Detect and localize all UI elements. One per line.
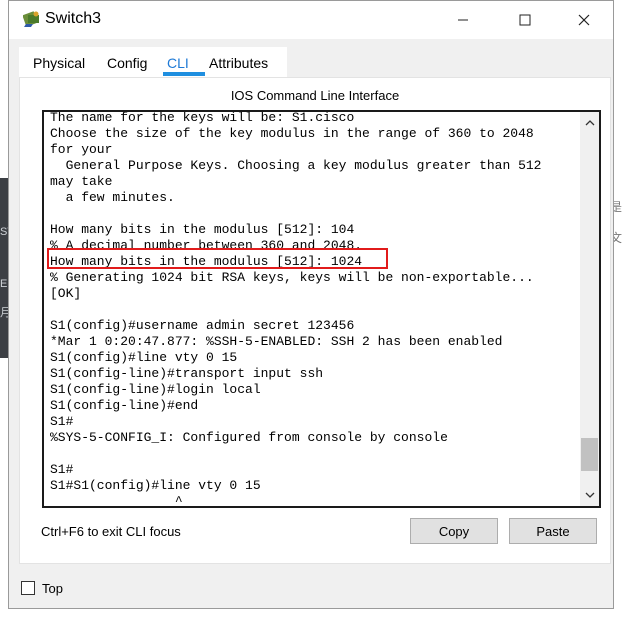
chevron-up-icon [585,118,595,129]
terminal-line: S1(config)#username admin secret 123456 [50,318,355,333]
cli-terminal[interactable]: The name for the keys will be: S1.cisco C… [42,110,601,508]
terminal-line: How many bits in the modulus [512]: 104 [50,222,355,237]
top-checkbox-label: Top [42,580,63,596]
tab-attributes[interactable]: Attributes [209,47,268,77]
window-title: Switch3 [45,10,102,27]
scroll-down-button[interactable] [580,486,599,504]
highlight-annotation [47,248,388,269]
scroll-up-button[interactable] [580,114,599,132]
minimize-button[interactable] [440,1,486,39]
terminal-line: The name for the keys will be: S1.cisco [50,110,355,125]
tab-bar: Physical Config CLI Attributes [19,47,287,77]
terminal-line: ^ [50,494,183,508]
terminal-scrollbar[interactable] [580,112,599,506]
panel-title: IOS Command Line Interface [230,88,400,103]
terminal-line: *Mar 1 0:20:47.877: %SSH-5-ENABLED: SSH … [50,334,503,349]
terminal-line: [OK] [50,286,82,301]
terminal-line: General Purpose Keys. Choosing a key mod… [50,158,542,173]
close-button[interactable] [561,1,607,39]
terminal-line: % Generating 1024 bit RSA keys, keys wil… [50,270,534,285]
switch-app-icon [22,10,41,28]
minimize-icon [457,10,469,31]
chevron-down-icon [585,490,595,501]
terminal-line: S1# [50,462,74,477]
title-bar[interactable]: Switch3 [9,1,613,39]
terminal-line: S1#S1(config)#line vty 0 15 [50,478,261,493]
maximize-icon [519,10,531,31]
switch-window: Switch3 Physical Config CLI Attributes I… [8,0,614,609]
terminal-line: %SYS-5-CONFIG_I: Configured from console… [50,430,448,445]
terminal-line: may take [50,174,113,189]
terminal-line: S1(config-line)#login local [50,382,261,397]
terminal-line: S1# [50,414,74,429]
paste-button[interactable]: Paste [509,518,597,544]
top-option: Top [21,579,63,597]
close-icon [578,10,590,31]
tab-physical[interactable]: Physical [33,47,85,77]
terminal-line: S1(config-line)#transport input ssh [50,366,324,381]
background-text: E [0,278,8,290]
active-tab-indicator [163,72,205,76]
terminal-output[interactable]: The name for the keys will be: S1.cisco C… [50,110,572,508]
tab-config[interactable]: Config [107,47,147,77]
copy-button[interactable]: Copy [410,518,498,544]
top-checkbox[interactable] [21,581,35,595]
terminal-line: a few minutes. [50,190,175,205]
maximize-button[interactable] [502,1,548,39]
scroll-thumb[interactable] [581,438,598,471]
terminal-line: for your [50,142,113,157]
terminal-line: Choose the size of the key modulus in th… [50,126,534,141]
terminal-line: S1(config-line)#end [50,398,199,413]
terminal-line: S1(config)#line vty 0 15 [50,350,238,365]
exit-focus-hint: Ctrl+F6 to exit CLI focus [41,524,181,539]
cli-panel: IOS Command Line Interface The name for … [19,77,611,564]
